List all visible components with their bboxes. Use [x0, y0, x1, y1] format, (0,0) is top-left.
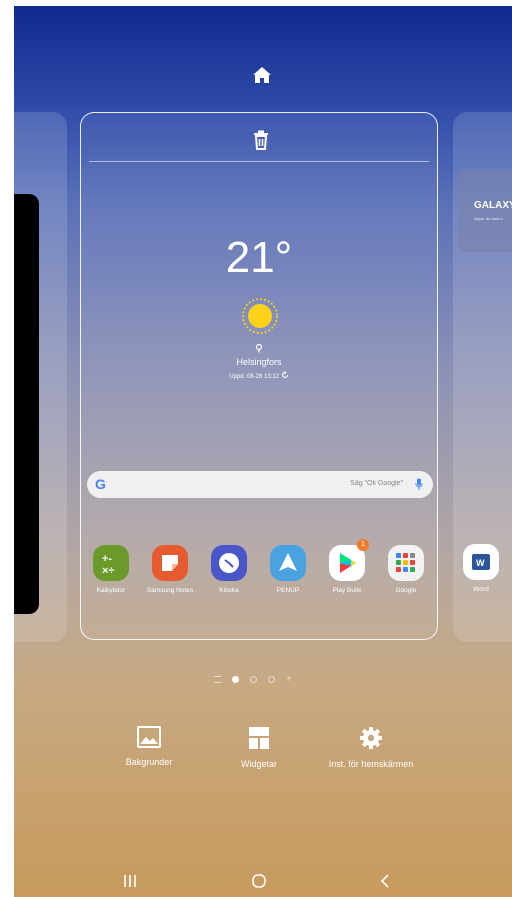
wallpapers-button[interactable]: Bakgrunder: [104, 726, 194, 767]
svg-text:+-: +-: [102, 553, 112, 565]
play-store-icon: 1: [329, 539, 369, 581]
svg-text:W: W: [476, 558, 485, 568]
page-indicator[interactable]: +: [214, 674, 292, 685]
widgets-button[interactable]: Widgetar: [219, 726, 299, 769]
feed-page-indicator: [214, 676, 221, 683]
app-label: Samsung Notes: [146, 587, 194, 594]
search-hint: Säg "Ok Google": [350, 480, 403, 487]
weather-city: Helsingfors: [236, 357, 282, 367]
gear-icon: [360, 727, 382, 749]
google-search-bar[interactable]: G Säg "Ok Google": [87, 471, 433, 498]
home-screen-settings-button[interactable]: Inst. för hemskärmen: [311, 726, 431, 769]
app-penup[interactable]: PENUP: [258, 545, 318, 595]
app-label: Kalkylator: [96, 587, 126, 594]
page-dot-active: [232, 676, 239, 683]
image-icon: [137, 726, 161, 748]
wallpapers-label: Bakgrunder: [125, 757, 173, 767]
home-icon[interactable]: [251, 64, 273, 86]
sun-icon: [242, 298, 278, 334]
app-label: Google: [395, 587, 417, 594]
clock-icon: [211, 545, 247, 581]
recents-icon[interactable]: [118, 872, 142, 890]
home-button-icon[interactable]: [247, 872, 271, 890]
calculator-icon: +- ×÷: [93, 545, 129, 581]
mic-icon[interactable]: [415, 478, 423, 491]
widgets-icon: [249, 727, 269, 749]
google-folder-icon: [388, 545, 424, 581]
previous-page-widget: [14, 194, 39, 614]
app-label: Klocka: [219, 587, 239, 594]
location-pin-icon: [255, 343, 263, 353]
weather-updated-text: Uppd. 08-28 13:12: [229, 374, 280, 380]
app-word[interactable]: W Word: [451, 544, 511, 594]
penup-icon: [270, 545, 306, 581]
temperature[interactable]: 21°: [81, 233, 437, 283]
app-label: Play Butik: [332, 587, 362, 594]
refresh-icon[interactable]: [281, 371, 289, 379]
app-kalkylator[interactable]: +- ×÷ Kalkylator: [81, 545, 141, 595]
galaxy-card: GALAXY Appar du bara e: [458, 170, 512, 252]
notes-icon: [152, 545, 188, 581]
back-icon[interactable]: [374, 872, 398, 890]
word-icon: W: [463, 544, 499, 580]
galaxy-card-subtitle: Appar du bara e: [474, 216, 503, 221]
current-page-panel[interactable]: 21° Helsingfors Uppd. 08-28 13:12 G Säg …: [80, 112, 438, 640]
svg-text:×÷: ×÷: [102, 565, 114, 577]
app-label: PENUP: [276, 587, 300, 594]
trash-icon[interactable]: [251, 129, 271, 151]
widgets-label: Widgetar: [240, 759, 277, 769]
add-page-indicator: +: [286, 674, 292, 685]
app-samsung-notes[interactable]: Samsung Notes: [140, 545, 200, 595]
galaxy-card-title: GALAXY: [474, 200, 512, 211]
page-dot: [268, 676, 275, 683]
home-screen-editor: GALAXY Appar du bara e W Word 21° Helsin…: [14, 6, 512, 897]
divider: [89, 161, 429, 162]
google-logo: G: [95, 476, 106, 492]
app-label: Word: [473, 586, 489, 593]
weather-updated: Uppd. 08-28 13:12: [81, 371, 437, 380]
page-dot: [250, 676, 257, 683]
app-klocka[interactable]: Klocka: [199, 545, 259, 595]
settings-label: Inst. för hemskärmen: [328, 759, 414, 769]
notification-badge: 1: [357, 539, 369, 551]
app-play-butik[interactable]: 1 Play Butik: [317, 539, 377, 595]
app-google-folder[interactable]: Google: [376, 545, 436, 595]
